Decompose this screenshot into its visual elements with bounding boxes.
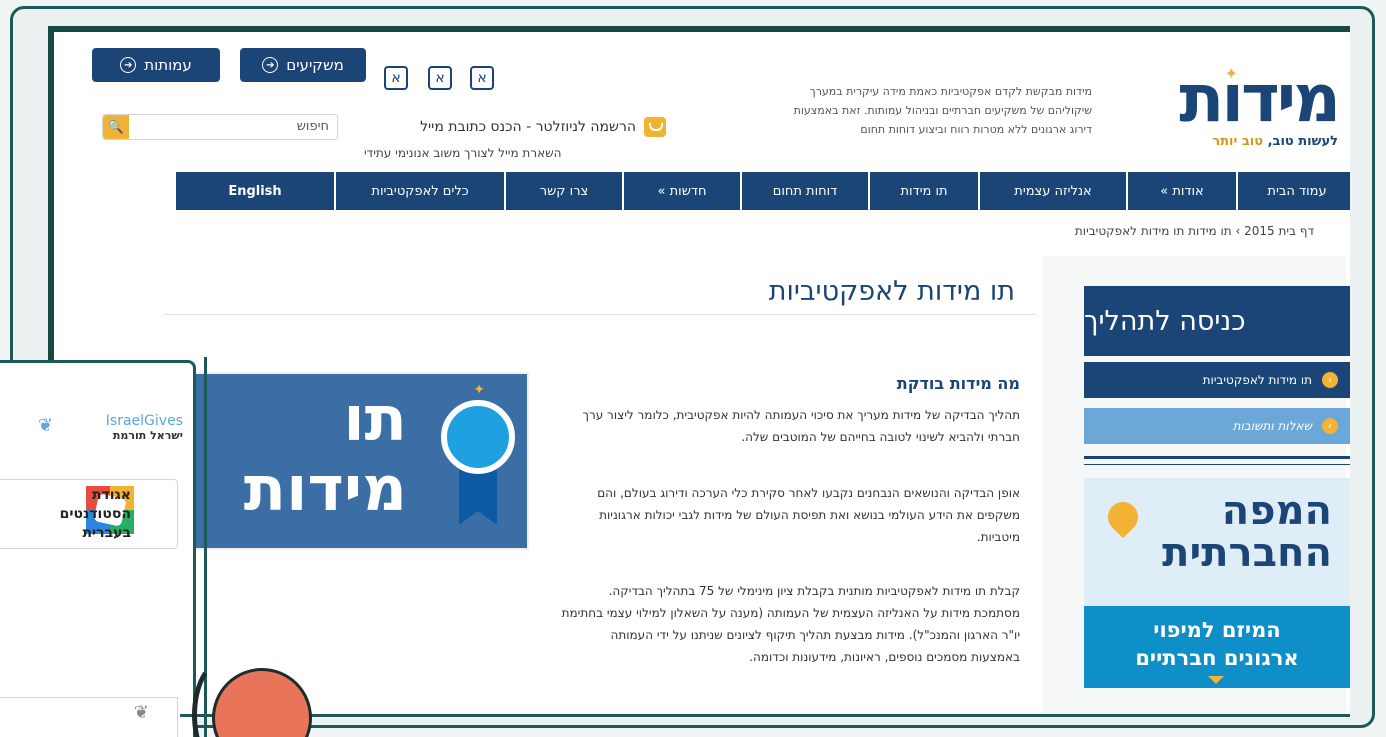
wheat-icon: ❦ [133, 702, 149, 723]
nav-item-about[interactable]: אודות » [1126, 172, 1236, 210]
banner-text: המיזם למיפוי ארגונים חברתיים [1084, 616, 1350, 672]
medal-icon [441, 400, 515, 474]
sidebar-divider-thin [1084, 464, 1350, 465]
site-tagline: מידות מבקשת לקדם אפקטיביות כאמת מידה עיק… [793, 85, 1092, 136]
article-paragraph-3: קבלת תו מידות לאפקטיביות מותנית בקבלת צי… [561, 584, 1020, 664]
org-name: אגודת הסטודנטים בעברית [59, 487, 131, 541]
banner-text-line2: ארגונים חברתיים [1135, 646, 1299, 670]
amutot-label: עמותות [144, 56, 192, 74]
newsletter-sub-label: השארת מייל לצורך משוב אנונימי עתידי [364, 146, 562, 160]
nav-item-self-analysis[interactable]: אנליזה עצמית [978, 172, 1126, 210]
org-card[interactable]: אגודת הסטודנטים בעברית [0, 479, 178, 549]
main-nav: עמוד הבית אודות » אנליזה עצמית תו מידות … [54, 172, 1350, 210]
search-label: חיפוש [296, 119, 329, 134]
page-title: תו מידות לאפקטיביות [768, 276, 1015, 307]
midot-seal-image: תו מידות ✦ [184, 372, 529, 550]
banner-title-line1: המפה [1221, 488, 1332, 534]
banner-title-line2: החברתית [1162, 530, 1332, 576]
butterfly-icon: ❦ [38, 415, 54, 436]
article-paragraph-2: אופן הבדיקה והנושאים הנבחנים נקבעו לאחר … [597, 486, 1020, 544]
nav-item-home[interactable]: עמוד הבית [1236, 172, 1350, 210]
mail-icon [644, 117, 666, 137]
sidebar-divider [1084, 456, 1350, 459]
nav-item-news[interactable]: חדשות » [622, 172, 740, 210]
social-map-banner[interactable]: המפה החברתית המיזם למיפוי ארגונים חברתיי… [1084, 478, 1350, 688]
arrow-circle-icon: ➔ [120, 57, 137, 73]
slogan-part-b: טוב יותר [1212, 134, 1264, 149]
search-icon[interactable]: 🔍 [103, 115, 129, 139]
amutot-button[interactable]: עמותות ➔ [92, 48, 220, 82]
israelgives-logo[interactable]: IsraelGives ישראל תורמת [106, 413, 183, 442]
mashkiim-button[interactable]: משקיעים ➔ [240, 48, 366, 82]
israelgives-hebrew: ישראל תורמת [112, 429, 183, 442]
seal-line-2: מידות [243, 452, 407, 525]
newsletter-label: הרשמה לניוזלטר - הכנס כתובת מייל [420, 119, 636, 135]
arrow-circle-icon: ➔ [262, 57, 279, 73]
seal-text: תו מידות [244, 384, 407, 524]
mashkiim-label: משקיעים [286, 56, 344, 74]
search-input[interactable]: 🔍 חיפוש [102, 114, 338, 140]
nav-item-field-reports[interactable]: דוחות תחום [740, 172, 868, 210]
seal-line-1: תו [343, 382, 407, 455]
chevron-icon: › [1322, 372, 1338, 388]
sidebar-item-label: תו מידות לאפקטיביות [1202, 373, 1312, 387]
nav-item-english[interactable]: English [174, 172, 334, 210]
sidebar-item-label: שאלות ותשובות [1232, 419, 1312, 433]
chevron-icon: › [1322, 418, 1338, 434]
nav-item-contact[interactable]: צרו קשר [504, 172, 622, 210]
font-size-medium-button[interactable]: א [428, 66, 452, 90]
frame-line-horizontal [180, 714, 1350, 717]
logo-star-icon: ✦ [1224, 64, 1238, 83]
newsletter-signup[interactable]: הרשמה לניוזלטר - הכנס כתובת מייל [340, 114, 676, 140]
logo-slogan: לעשות טוב, טוב יותר [1126, 134, 1338, 149]
article-paragraph-1: תהליך הבדיקה של מידות מעריך את סיכוי העמ… [582, 408, 1021, 444]
banner-title: המפה החברתית [1162, 490, 1332, 574]
slogan-part-a: לעשות טוב, [1267, 134, 1338, 149]
chevron-down-icon [1208, 676, 1224, 684]
nav-item-tools[interactable]: כלים לאפקטיביות [334, 172, 504, 210]
site-logo[interactable]: מידות ✦ לעשות טוב, טוב יותר [1126, 64, 1341, 162]
star-icon: ✦ [473, 382, 485, 398]
sidebar-item-seal[interactable]: › תו מידות לאפקטיביות [1084, 362, 1350, 398]
font-size-large-button[interactable]: א [384, 66, 408, 90]
banner-text-line1: המיזם למיפוי [1153, 618, 1281, 642]
sidebar-item-faq[interactable]: › שאלות ותשובות [1084, 408, 1350, 444]
browser-screenshot: עמותות ➔ משקיעים ➔ א א א 🔍 חיפוש הרשמה ל… [48, 26, 1350, 718]
israelgives-name: IsraelGives [105, 413, 183, 429]
breadcrumb[interactable]: דף בית 2015 › תו מידות תו מידות לאפקטיבי… [1075, 224, 1314, 238]
sidebar-heading: כניסה לתהליך [1084, 286, 1350, 356]
org-card-2[interactable]: ❦ [0, 697, 178, 737]
title-divider [164, 314, 1036, 315]
overlay-card: ❦ IsraelGives ישראל תורמת אגודת הסטודנטי… [0, 360, 196, 737]
font-size-small-button[interactable]: א [470, 66, 494, 90]
section-title: מה מידות בודקת [896, 374, 1020, 393]
nav-item-midot-seal[interactable]: תו מידות [868, 172, 978, 210]
